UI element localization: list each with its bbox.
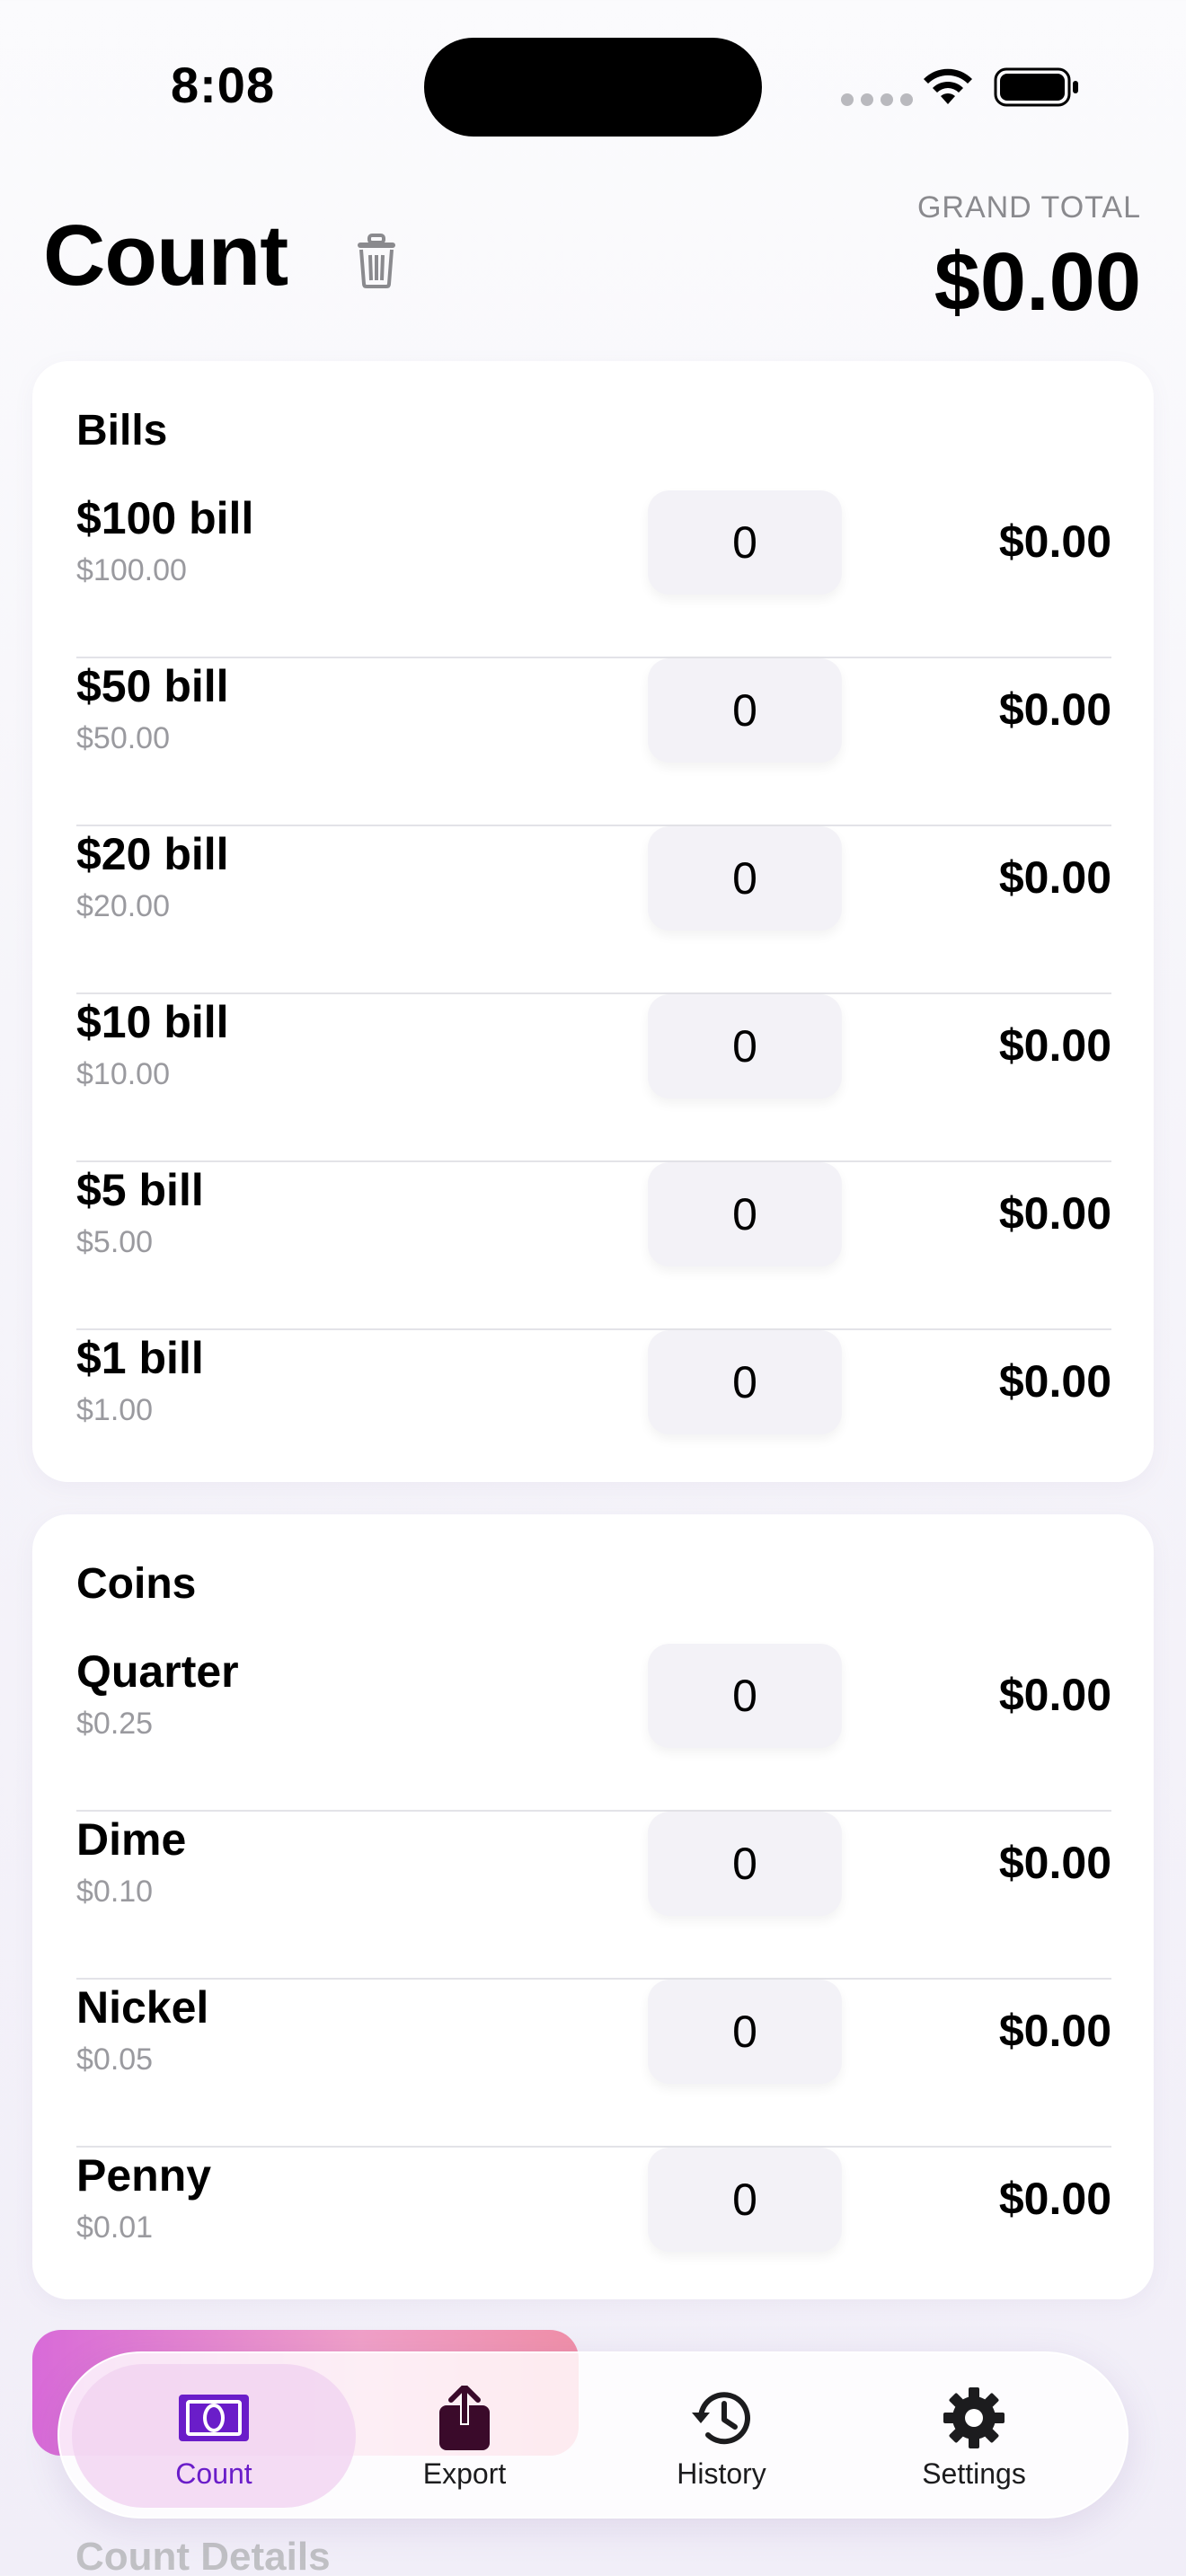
gear-icon xyxy=(943,2387,1005,2448)
bills-section: Bills $100 bill $100.00 $0.00 $50 bill $… xyxy=(32,361,1154,1482)
bill-row-20: $20 bill $20.00 $0.00 xyxy=(76,826,1111,994)
denomination-name: Penny xyxy=(76,2150,212,2201)
row-total: $0.00 xyxy=(998,1356,1111,1407)
row-total: $0.00 xyxy=(998,852,1111,903)
denomination-value: $50.00 xyxy=(76,721,170,755)
bill-row-100: $100 bill $100.00 $0.00 xyxy=(76,490,1111,658)
denomination-value: $1.00 xyxy=(76,1393,154,1427)
denomination-value: $100.00 xyxy=(76,553,187,587)
coin-row-dime: Dime $0.10 $0.00 xyxy=(76,1812,1111,1980)
tab-label: Export xyxy=(422,2457,507,2490)
denomination-value: $0.25 xyxy=(76,1707,154,1741)
tab-label: Count xyxy=(175,2457,252,2490)
row-total: $0.00 xyxy=(998,684,1111,735)
trash-icon[interactable] xyxy=(350,230,403,289)
denomination-value: $10.00 xyxy=(76,1057,170,1091)
denomination-name: Quarter xyxy=(76,1646,239,1697)
bill-row-50: $50 bill $50.00 $0.00 xyxy=(76,658,1111,826)
row-total: $0.00 xyxy=(998,2006,1111,2056)
coin-row-penny: Penny $0.01 $0.00 xyxy=(76,2148,1111,2316)
coins-section-title: Coins xyxy=(76,1560,197,1608)
denomination-name: $1 bill xyxy=(76,1333,204,1383)
tab-bar: Count Export History Settings xyxy=(58,2351,1128,2519)
count-input-1-bill[interactable] xyxy=(648,1330,842,1434)
bills-section-title: Bills xyxy=(76,407,168,454)
status-bar: 8:08 xyxy=(0,0,1186,171)
count-details-heading: Count Details xyxy=(75,2535,331,2576)
bill-row-5: $5 bill $5.00 $0.00 xyxy=(76,1162,1111,1330)
denomination-name: $5 bill xyxy=(76,1165,204,1215)
denomination-name: Dime xyxy=(76,1814,187,1865)
grand-total-label: GRAND TOTAL xyxy=(916,190,1141,225)
denomination-value: $0.05 xyxy=(76,2042,154,2077)
count-input-nickel[interactable] xyxy=(648,1980,842,2084)
wifi-icon xyxy=(924,68,972,104)
row-total: $0.00 xyxy=(998,516,1111,567)
tab-count[interactable]: Count xyxy=(84,2353,344,2520)
coins-section: Coins Quarter $0.25 $0.00 Dime $0.10 $0.… xyxy=(32,1514,1154,2299)
count-input-50-bill[interactable] xyxy=(648,658,842,763)
coin-row-quarter: Quarter $0.25 $0.00 xyxy=(76,1644,1111,1812)
tab-label: History xyxy=(677,2457,766,2490)
denomination-value: $20.00 xyxy=(76,889,170,923)
bill-row-10: $10 bill $10.00 $0.00 xyxy=(76,994,1111,1162)
denomination-name: $20 bill xyxy=(76,829,229,879)
count-input-quarter[interactable] xyxy=(648,1644,842,1748)
count-input-dime[interactable] xyxy=(648,1812,842,1916)
row-total: $0.00 xyxy=(998,1020,1111,1071)
count-input-penny[interactable] xyxy=(648,2148,842,2252)
denomination-name: $100 bill xyxy=(76,493,254,543)
battery-icon xyxy=(994,67,1078,107)
tab-history[interactable]: History xyxy=(591,2353,852,2520)
bill-row-1: $1 bill $1.00 $0.00 xyxy=(76,1330,1111,1498)
denomination-value: $0.10 xyxy=(76,1875,154,1909)
coin-row-nickel: Nickel $0.05 $0.00 xyxy=(76,1980,1111,2148)
history-icon xyxy=(692,2392,750,2445)
denomination-name: $10 bill xyxy=(76,997,229,1047)
share-icon xyxy=(439,2386,490,2450)
denomination-value: $5.00 xyxy=(76,1225,154,1259)
page-title: Count xyxy=(43,207,288,304)
denomination-name: $50 bill xyxy=(76,661,229,711)
banknote-icon xyxy=(179,2395,249,2441)
tab-label: Settings xyxy=(922,2457,1026,2490)
count-input-100-bill[interactable] xyxy=(648,490,842,595)
row-total: $0.00 xyxy=(998,1188,1111,1239)
denomination-value: $0.01 xyxy=(76,2210,154,2245)
cellular-signal-icon xyxy=(841,93,913,106)
count-input-20-bill[interactable] xyxy=(648,826,842,931)
row-total: $0.00 xyxy=(998,1838,1111,1888)
tab-settings[interactable]: Settings xyxy=(844,2353,1104,2520)
row-total: $0.00 xyxy=(998,1670,1111,1720)
grand-total-value: $0.00 xyxy=(934,236,1141,328)
tab-export[interactable]: Export xyxy=(334,2353,595,2520)
count-input-10-bill[interactable] xyxy=(648,994,842,1098)
count-input-5-bill[interactable] xyxy=(648,1162,842,1266)
denomination-name: Nickel xyxy=(76,1982,209,2033)
status-time: 8:08 xyxy=(171,57,276,113)
dynamic-island xyxy=(424,38,762,137)
row-total: $0.00 xyxy=(998,2174,1111,2224)
